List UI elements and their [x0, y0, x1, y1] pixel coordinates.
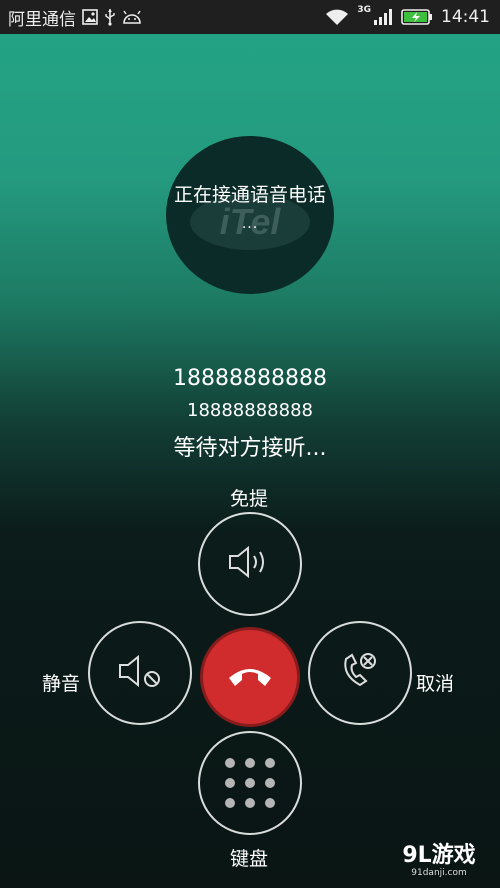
image-icon [82, 9, 98, 25]
battery-charging-icon [401, 8, 433, 26]
contact-avatar: iTel 正在接通语音电话 ... [166, 136, 334, 294]
connecting-dots: ... [241, 216, 259, 232]
speaker-mute-icon [114, 651, 166, 695]
watermark: 9L游戏 91danji.com [384, 844, 494, 884]
connecting-status: 正在接通语音电话 [173, 184, 326, 206]
caller-number-secondary: 18888888888 [187, 400, 313, 421]
phone-hangup-icon [225, 660, 275, 694]
speaker-icon [226, 542, 274, 586]
carrier-name: 阿里通信 [8, 9, 76, 30]
call-status: 等待对方接听... [173, 436, 327, 461]
keypad-button[interactable] [198, 731, 302, 835]
watermark-main: 9L游戏 [402, 843, 476, 868]
phone-cancel-icon [338, 649, 382, 697]
keypad-icon [225, 758, 275, 808]
signal-icon [373, 8, 393, 26]
cancel-button[interactable] [308, 621, 412, 725]
clock: 14:41 [441, 7, 490, 27]
speaker-button[interactable] [198, 512, 302, 616]
hangup-button[interactable] [200, 627, 300, 727]
usb-icon [104, 8, 116, 26]
speaker-label: 免提 [230, 488, 269, 510]
cancel-label: 取消 [416, 673, 455, 695]
watermark-sub: 91danji.com [411, 868, 467, 878]
mute-button[interactable] [88, 621, 192, 725]
mute-label: 静音 [42, 673, 81, 695]
wifi-icon [325, 8, 349, 26]
android-icon [122, 10, 142, 24]
keypad-label: 键盘 [230, 848, 269, 870]
network-type: 3G [357, 5, 371, 15]
caller-number: 18888888888 [173, 366, 327, 391]
status-bar: 阿里通信 3G 14:41 [0, 0, 500, 34]
